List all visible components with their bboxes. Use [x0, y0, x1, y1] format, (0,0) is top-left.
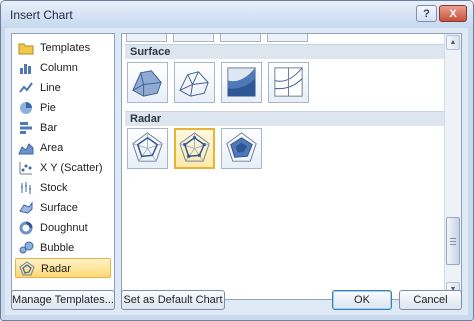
category-label: Radar: [41, 263, 71, 275]
title-bar[interactable]: Insert Chart ? X: [1, 1, 473, 27]
thumb-filled-radar[interactable]: [221, 128, 262, 169]
category-label: X Y (Scatter): [40, 162, 103, 174]
scroll-up-icon[interactable]: ▲: [446, 35, 460, 50]
category-surface[interactable]: Surface: [15, 198, 111, 218]
category-label: Column: [40, 62, 78, 74]
surface-3d-icon: [132, 70, 162, 97]
category-stock[interactable]: Stock: [15, 178, 111, 198]
category-label: Area: [40, 142, 64, 154]
close-button[interactable]: X: [439, 5, 467, 22]
scrollbar-thumb[interactable]: [446, 217, 460, 265]
column-chart-icon: [20, 64, 31, 74]
category-bar[interactable]: Bar: [15, 118, 111, 138]
radar-markers-icon: [179, 132, 210, 162]
bubble-chart-icon: [19, 241, 34, 254]
thumb-radar-with-markers[interactable]: [174, 128, 215, 169]
dialog-body: Templates Column Line Pie Bar Area X Y (…: [5, 28, 468, 315]
gallery-thumb-partial[interactable]: [267, 34, 308, 42]
thumb-wireframe-3d-surface[interactable]: [174, 62, 215, 103]
thumb-radar[interactable]: [127, 128, 168, 169]
wireframe-contour-icon: [274, 67, 303, 97]
set-default-chart-button[interactable]: Set as Default Chart: [121, 290, 225, 310]
contour-icon: [227, 67, 256, 97]
chart-gallery: Surface Radar ▲: [121, 33, 462, 300]
dialog-title: Insert Chart: [10, 8, 73, 22]
category-line[interactable]: Line: [15, 78, 111, 98]
gallery-thumb-partial[interactable]: [220, 34, 261, 42]
doughnut-chart-icon: [19, 221, 33, 235]
gallery-thumb-partial[interactable]: [173, 34, 214, 42]
radar-section-header: Radar: [125, 111, 444, 126]
category-column[interactable]: Column: [15, 58, 111, 78]
radar-filled-icon: [226, 132, 257, 162]
bar-chart-icon: [20, 122, 32, 134]
cancel-button[interactable]: Cancel: [399, 290, 462, 310]
thumb-wireframe-contour[interactable]: [268, 62, 309, 103]
category-radar[interactable]: Radar: [15, 258, 111, 278]
wireframe-surface-icon: [179, 71, 209, 97]
chart-category-list: Templates Column Line Pie Bar Area X Y (…: [11, 33, 115, 300]
radar-chart-icon: [19, 261, 35, 276]
help-button[interactable]: ?: [416, 5, 437, 22]
category-label: Bubble: [40, 242, 75, 254]
category-area[interactable]: Area: [15, 138, 111, 158]
line-chart-icon: [19, 82, 33, 93]
manage-templates-button[interactable]: Manage Templates...: [11, 290, 115, 310]
pie-chart-icon: [20, 102, 32, 114]
ok-button[interactable]: OK: [332, 290, 392, 310]
category-label: Stock: [40, 182, 68, 194]
category-bubble[interactable]: Bubble: [15, 238, 111, 258]
category-scatter[interactable]: X Y (Scatter): [15, 158, 111, 178]
radar-plain-icon: [132, 132, 163, 162]
category-label: Pie: [40, 102, 56, 114]
gallery-thumb-partial[interactable]: [126, 34, 167, 42]
category-templates[interactable]: Templates: [15, 38, 111, 58]
category-label: Doughnut: [40, 222, 88, 234]
category-label: Line: [40, 82, 61, 94]
surface-section-header: Surface: [125, 44, 444, 59]
insert-chart-dialog: Insert Chart ? X Templates Column Line P…: [0, 0, 474, 321]
gallery-scrollbar[interactable]: ▲ ▼: [444, 34, 461, 299]
thumb-contour[interactable]: [221, 62, 262, 103]
category-label: Surface: [40, 202, 78, 214]
category-label: Bar: [40, 122, 58, 134]
category-label: Templates: [40, 42, 91, 54]
area-chart-icon: [18, 143, 34, 155]
surface-chart-icon: [19, 201, 33, 214]
thumb-3d-surface[interactable]: [127, 62, 168, 103]
scatter-chart-icon: [19, 162, 32, 175]
category-doughnut[interactable]: Doughnut: [15, 218, 111, 238]
stock-chart-icon: [21, 182, 31, 194]
folder-icon: [18, 43, 34, 55]
category-pie[interactable]: Pie: [15, 98, 111, 118]
